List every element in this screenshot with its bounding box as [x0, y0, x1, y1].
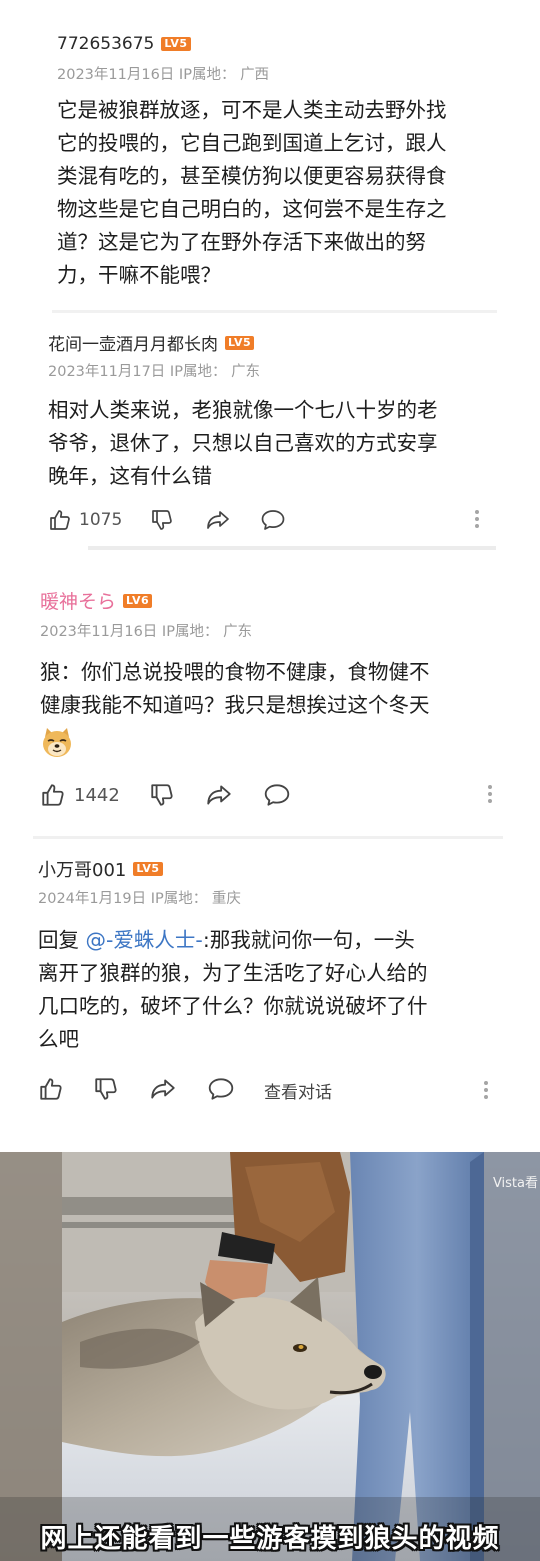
ip-label: IP属地：	[161, 624, 219, 640]
thumb-up-icon[interactable]	[40, 782, 66, 808]
comment-card: 花间一壶酒月月都长肉 LV5 2023年11月17日 IP属地： 广东 相对人类…	[0, 314, 540, 550]
comment-meta: 2024年1月19日 IP属地： 重庆	[38, 887, 241, 908]
thumb-up-icon[interactable]	[38, 1076, 64, 1102]
like-count: 1075	[79, 510, 123, 530]
share-button[interactable]	[149, 1076, 177, 1102]
comment-meta: 2023年11月16日 IP属地： 广西	[57, 63, 269, 84]
share-icon[interactable]	[205, 508, 231, 532]
like-button[interactable]: 1442	[40, 782, 120, 808]
video-caption: 网上还能看到一些游客摸到狼头的视频	[40, 1524, 500, 1554]
more-icon[interactable]	[483, 1078, 489, 1102]
ip-label: IP属地：	[169, 364, 227, 380]
comment-icon[interactable]	[263, 782, 291, 808]
comment-card: 暖神そら LV6 2023年11月16日 IP属地： 广东 狼：你们总说投喂的食…	[0, 570, 540, 825]
comment-line: 相对人类来说，老狼就像一个七八十岁的老	[48, 398, 438, 422]
view-conversation-link[interactable]: 查看对话	[264, 1078, 332, 1103]
comment-line: 狼：你们总说投喂的食物不健康，食物健不	[40, 660, 430, 684]
video-watermark: Vista看	[492, 1176, 538, 1191]
share-button[interactable]	[205, 508, 231, 532]
comment-icon[interactable]	[207, 1076, 235, 1102]
ip-location: 重庆	[211, 891, 241, 907]
level-badge: LV5	[225, 335, 255, 350]
like-button[interactable]: 1075	[48, 508, 122, 532]
comment-icon[interactable]	[260, 508, 286, 532]
comment-line: 离开了狼群的狼，为了生活吃了好心人给的	[38, 961, 428, 985]
comment-line: 物这些是它自己明白的，这何尝不是生存之	[57, 197, 447, 221]
divider	[33, 836, 503, 839]
doge-emoji	[40, 725, 430, 769]
ip-label: IP属地：	[150, 891, 208, 907]
comment-text: 它是被狼群放逐，可不是人类主动去野外找 它的投喂的，它自己跑到国道上乞讨，跟人 …	[57, 94, 447, 292]
comment-line: 回复 @-爱蛛人士-:那我就问你一句，一头	[38, 924, 428, 957]
comment-button[interactable]	[260, 508, 286, 532]
reply-mention-link[interactable]: @-爱蛛人士-	[86, 928, 203, 952]
more-icon[interactable]	[487, 782, 493, 806]
comment-line: 么吧	[38, 1027, 79, 1051]
dislike-button[interactable]	[93, 1076, 119, 1102]
share-icon[interactable]	[149, 1076, 177, 1102]
share-button[interactable]	[205, 782, 233, 808]
comment-meta: 2023年11月17日 IP属地： 广东	[48, 360, 260, 381]
comment-button[interactable]	[207, 1076, 235, 1102]
comment-date: 2023年11月17日	[48, 364, 166, 380]
thumb-down-icon[interactable]	[149, 782, 175, 808]
comment-line: 爷爷，退休了，只想以自己喜欢的方式安享	[48, 431, 438, 455]
thumb-up-icon[interactable]	[48, 508, 72, 532]
ip-location: 广西	[240, 67, 270, 83]
comment-line: 晚年，这有什么错	[48, 464, 212, 488]
like-button[interactable]	[38, 1076, 64, 1102]
comment-username[interactable]: 花间一壶酒月月都长肉 LV5	[48, 330, 255, 355]
thumb-down-icon[interactable]	[150, 508, 174, 532]
comment-username[interactable]: 暖神そら LV6	[40, 587, 153, 614]
comment-text: 狼：你们总说投喂的食物不健康，食物健不 健康我能不知道吗？我只是想挨过这个冬天	[40, 656, 430, 769]
level-badge: LV6	[123, 593, 153, 608]
comment-line: 力，干嘛不能喂？	[57, 263, 221, 287]
thumb-down-icon[interactable]	[93, 1076, 119, 1102]
more-icon[interactable]	[474, 507, 480, 531]
username-text[interactable]: 小万哥001	[38, 856, 126, 882]
comment-text: 相对人类来说，老狼就像一个七八十岁的老 爷爷，退休了，只想以自己喜欢的方式安享 …	[48, 394, 438, 493]
comment-line: 它的投喂的，它自己跑到国道上乞讨，跟人	[57, 131, 447, 155]
comment-date: 2023年11月16日	[40, 624, 158, 640]
username-text[interactable]: 暖神そら	[40, 587, 116, 614]
comment-line: 道？这是它为了在野外存活下来做出的努	[57, 230, 426, 254]
comment-meta: 2023年11月16日 IP属地： 广东	[40, 620, 252, 641]
comment-line-text: :那我就问你一句，一头	[202, 928, 415, 952]
level-badge: LV5	[133, 862, 163, 876]
comment-card: 772653675 LV5 2023年11月16日 IP属地： 广西 它是被狼群…	[0, 0, 540, 310]
comment-text: 回复 @-爱蛛人士-:那我就问你一句，一头 离开了狼群的狼，为了生活吃了好心人给…	[38, 924, 428, 1056]
ip-label: IP属地：	[178, 67, 236, 83]
video-frame[interactable]: Vista看 网上还能看到一些游客摸到狼头的视频	[0, 1152, 540, 1561]
comment-username[interactable]: 772653675 LV5	[57, 34, 191, 54]
divider	[88, 546, 496, 550]
like-count: 1442	[74, 784, 120, 806]
share-icon[interactable]	[205, 782, 233, 808]
wolf-photo	[0, 1152, 540, 1561]
level-badge: LV5	[161, 37, 191, 51]
ip-location: 广东	[223, 624, 253, 640]
comment-line: 它是被狼群放逐，可不是人类主动去野外找	[57, 98, 447, 122]
dislike-button[interactable]	[150, 508, 174, 532]
dislike-button[interactable]	[149, 782, 175, 808]
comment-line: 健康我能不知道吗？我只是想挨过这个冬天	[40, 693, 430, 717]
comment-line: 几口吃的，破坏了什么？你就说说破坏了什	[38, 994, 428, 1018]
username-text[interactable]: 772653675	[57, 34, 154, 54]
comment-line: 类混有吃的，甚至模仿狗以便更容易获得食	[57, 164, 447, 188]
comment-username[interactable]: 小万哥001 LV5	[38, 856, 163, 882]
comment-button[interactable]	[263, 782, 291, 808]
username-text[interactable]: 花间一壶酒月月都长肉	[48, 330, 218, 355]
comment-card: 小万哥001 LV5 2024年1月19日 IP属地： 重庆 回复 @-爱蛛人士…	[0, 840, 540, 1140]
divider	[52, 310, 497, 313]
comment-date: 2023年11月16日	[57, 67, 175, 83]
reply-prefix: 回复	[38, 928, 86, 952]
ip-location: 广东	[231, 364, 261, 380]
comment-date: 2024年1月19日	[38, 891, 147, 907]
